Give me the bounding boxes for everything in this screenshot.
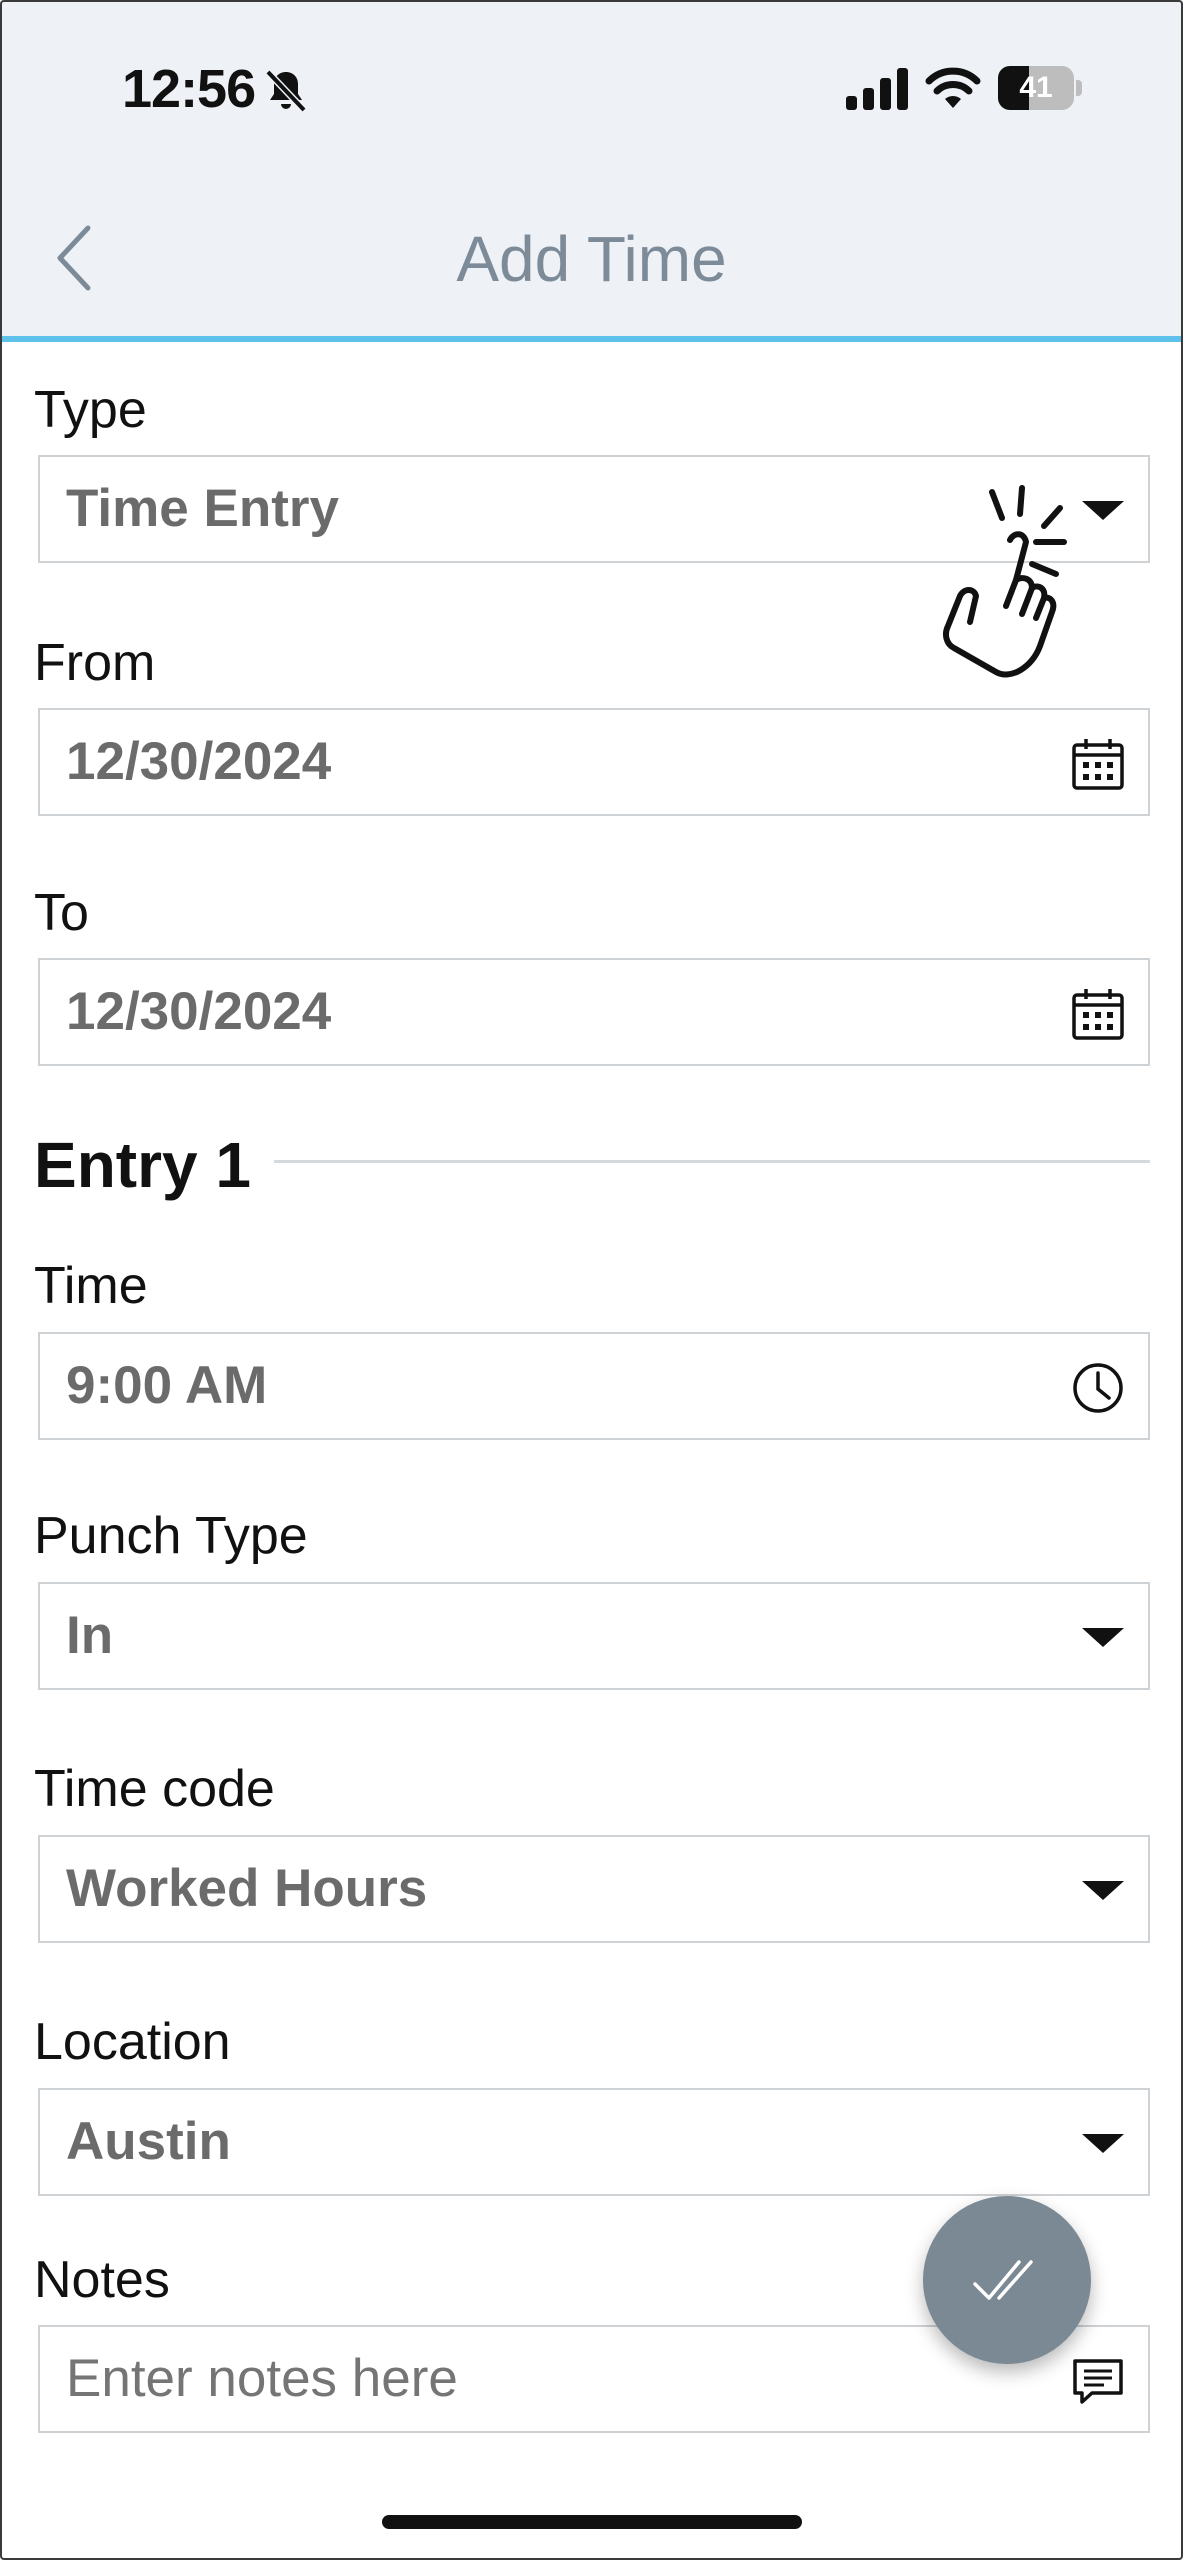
caret-down-icon bbox=[1082, 2134, 1124, 2153]
from-date-field[interactable]: 12/30/2024 bbox=[38, 708, 1150, 816]
caret-down-icon bbox=[1082, 1628, 1124, 1647]
clock-icon[interactable] bbox=[1070, 1360, 1126, 1416]
type-value: Time Entry bbox=[66, 479, 339, 538]
notes-label: Notes bbox=[34, 2251, 170, 2309]
status-time: 12:56 bbox=[122, 59, 256, 119]
calendar-icon[interactable] bbox=[1070, 736, 1126, 792]
punch-type-dropdown[interactable]: In bbox=[38, 1582, 1150, 1690]
location-label: Location bbox=[34, 2013, 231, 2071]
notes-placeholder: Enter notes here bbox=[66, 2349, 458, 2408]
section-divider bbox=[274, 1160, 1150, 1163]
battery-icon: 41 bbox=[998, 66, 1082, 110]
home-indicator[interactable] bbox=[382, 2515, 802, 2529]
bell-slash-icon bbox=[265, 69, 307, 113]
save-fab-button[interactable] bbox=[923, 2196, 1091, 2364]
to-label: To bbox=[34, 884, 89, 942]
time-label: Time bbox=[34, 1257, 148, 1315]
entry-section-title: Entry 1 bbox=[34, 1129, 251, 1201]
from-label: From bbox=[34, 634, 156, 692]
time-code-dropdown[interactable]: Worked Hours bbox=[38, 1835, 1150, 1943]
caret-down-icon bbox=[1082, 1881, 1124, 1900]
location-value: Austin bbox=[66, 2112, 231, 2171]
double-check-icon bbox=[973, 2260, 1033, 2300]
to-date-value: 12/30/2024 bbox=[66, 982, 332, 1041]
time-code-value: Worked Hours bbox=[66, 1859, 428, 1918]
time-code-label: Time code bbox=[34, 1760, 275, 1818]
tap-hand-icon bbox=[943, 485, 1067, 678]
wifi-icon bbox=[925, 67, 981, 108]
calendar-icon[interactable] bbox=[1070, 986, 1126, 1042]
to-date-field[interactable]: 12/30/2024 bbox=[38, 958, 1150, 1066]
cellular-signal-icon bbox=[846, 68, 908, 110]
from-date-value: 12/30/2024 bbox=[66, 732, 332, 791]
punch-type-value: In bbox=[66, 1606, 114, 1665]
punch-type-label: Punch Type bbox=[34, 1507, 308, 1565]
location-dropdown[interactable]: Austin bbox=[38, 2088, 1150, 2196]
time-field[interactable]: 9:00 AM bbox=[38, 1332, 1150, 1440]
type-label: Type bbox=[34, 381, 147, 439]
comment-icon[interactable] bbox=[1070, 2353, 1126, 2409]
page-title: Add Time bbox=[456, 223, 727, 295]
app-header: 12:56 41 Add Time bbox=[0, 0, 1183, 342]
battery-level: 41 bbox=[1019, 71, 1053, 104]
time-value: 9:00 AM bbox=[66, 1356, 268, 1415]
